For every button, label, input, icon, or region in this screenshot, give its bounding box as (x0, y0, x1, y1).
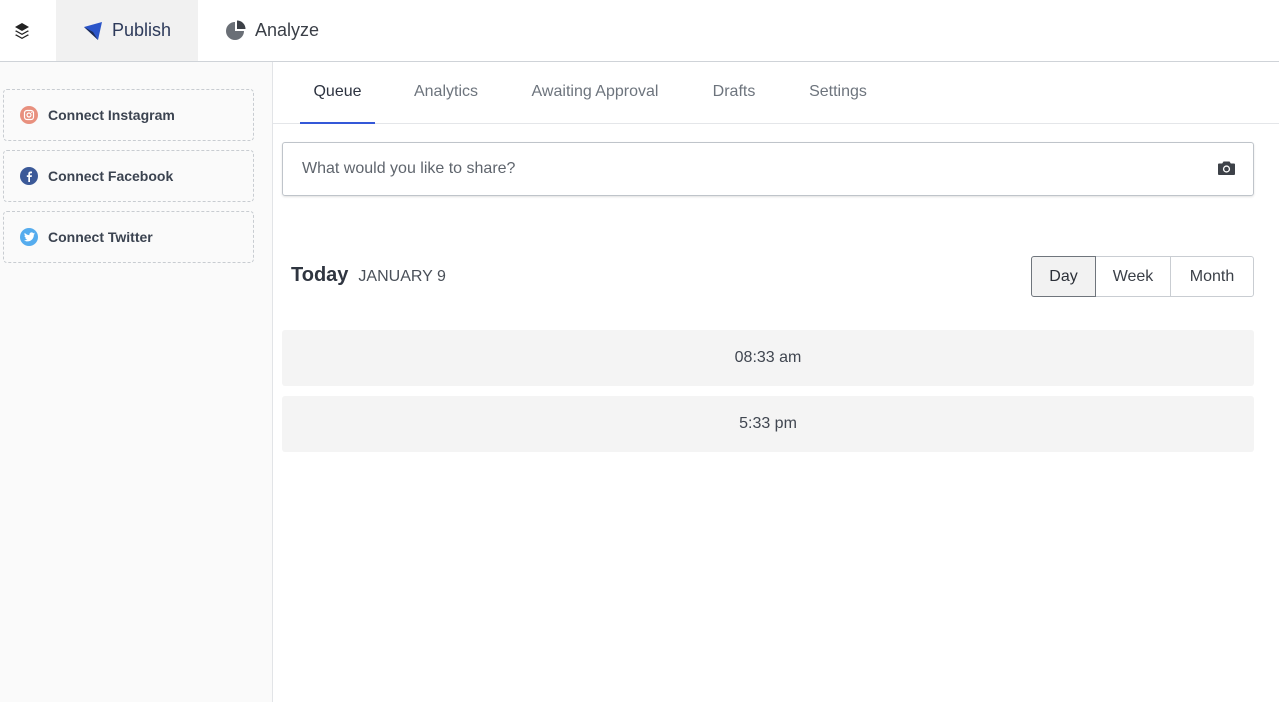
facebook-icon (20, 167, 38, 185)
camera-icon[interactable] (1217, 160, 1236, 181)
app-tab-label: Analyze (255, 20, 320, 40)
connect-label: Connect Instagram (48, 107, 175, 123)
share-input[interactable] (302, 160, 1182, 178)
app-tab-publish[interactable]: Publish (56, 0, 198, 61)
connect-label: Connect Facebook (48, 168, 174, 184)
app-tab-label: Publish (112, 20, 172, 40)
content-tabs: Queue Analytics Awaiting Approval Drafts… (273, 62, 1279, 124)
app-tab-analyze[interactable]: Analyze (198, 0, 338, 61)
connect-instagram-button[interactable]: Connect Instagram (3, 89, 254, 141)
tab-queue[interactable]: Queue (300, 62, 375, 124)
tab-analytics[interactable]: Analytics (407, 62, 485, 124)
day-date: JANUARY 9 (358, 268, 446, 285)
tab-drafts[interactable]: Drafts (705, 62, 763, 124)
connect-twitter-button[interactable]: Connect Twitter (3, 211, 254, 263)
week-view-button[interactable]: Week (1095, 256, 1171, 297)
sidebar: Connect Instagram Connect Facebook Conne… (0, 62, 273, 702)
pie-chart-icon (226, 20, 246, 40)
share-composer[interactable] (282, 142, 1254, 196)
tab-awaiting-approval[interactable]: Awaiting Approval (527, 62, 663, 124)
day-header: Today JANUARY 9 (291, 264, 446, 287)
main-content: Queue Analytics Awaiting Approval Drafts… (273, 62, 1279, 702)
layers-icon[interactable] (0, 0, 43, 61)
top-bar: Publish Analyze (0, 0, 1279, 62)
connect-label: Connect Twitter (48, 229, 153, 245)
day-view-button[interactable]: Day (1031, 256, 1096, 297)
connect-facebook-button[interactable]: Connect Facebook (3, 150, 254, 202)
day-title: Today (291, 264, 349, 286)
publish-logo-icon (84, 21, 102, 40)
twitter-icon (20, 228, 38, 246)
queue-time-slot[interactable]: 08:33 am (282, 330, 1254, 386)
view-toggle: Day Week Month (1031, 256, 1254, 297)
tab-settings[interactable]: Settings (802, 62, 874, 124)
month-view-button[interactable]: Month (1170, 256, 1254, 297)
instagram-icon (20, 106, 38, 124)
queue-time-slot[interactable]: 5:33 pm (282, 396, 1254, 452)
